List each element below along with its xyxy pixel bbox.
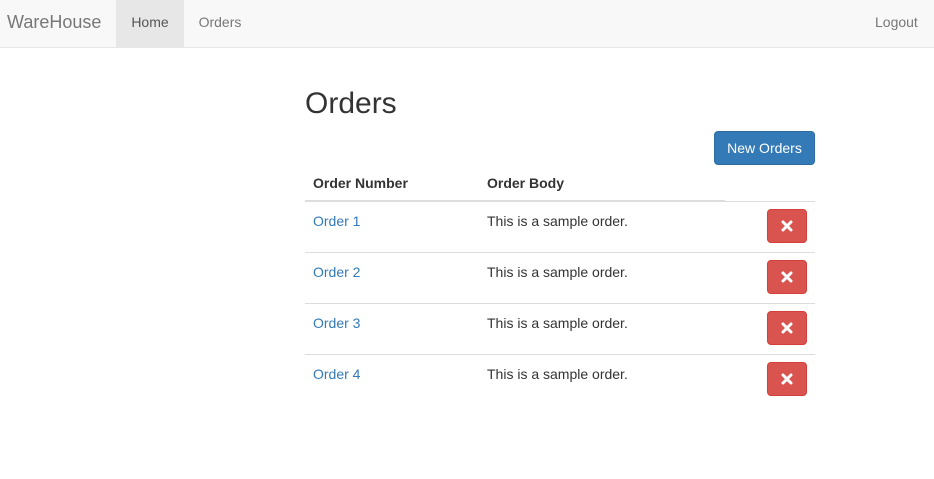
table-row: Order 3 This is a sample order.: [305, 304, 815, 355]
top-navbar: WareHouse Home Orders Logout: [0, 0, 934, 48]
delete-order-button[interactable]: [767, 311, 807, 345]
delete-order-button[interactable]: [767, 362, 807, 396]
nav-item-orders[interactable]: Orders: [184, 0, 256, 47]
order-body: This is a sample order.: [487, 264, 628, 280]
column-header-order-number: Order Number: [313, 175, 408, 191]
remove-icon: [781, 373, 793, 385]
logout-link[interactable]: Logout: [859, 0, 934, 47]
remove-icon: [781, 322, 793, 334]
remove-icon: [781, 271, 793, 283]
new-orders-button[interactable]: New Orders: [714, 131, 815, 165]
column-header-order-body: Order Body: [487, 175, 565, 191]
order-body: This is a sample order.: [487, 366, 628, 382]
delete-order-button[interactable]: [767, 209, 807, 243]
order-link[interactable]: Order 1: [313, 213, 360, 229]
order-link[interactable]: Order 2: [313, 264, 360, 280]
remove-icon: [781, 220, 793, 232]
table-row: Order 4 This is a sample order.: [305, 355, 815, 406]
nav-item-home[interactable]: Home: [116, 0, 184, 47]
page-title: Orders: [305, 87, 397, 120]
delete-order-button[interactable]: [767, 260, 807, 294]
table-row: Order 1 This is a sample order.: [305, 202, 815, 253]
brand-link[interactable]: WareHouse: [7, 12, 101, 32]
order-body: This is a sample order.: [487, 315, 628, 331]
order-link[interactable]: Order 3: [313, 315, 360, 331]
table-row: Order 2 This is a sample order.: [305, 253, 815, 304]
order-link[interactable]: Order 4: [313, 366, 360, 382]
order-body: This is a sample order.: [487, 213, 628, 229]
